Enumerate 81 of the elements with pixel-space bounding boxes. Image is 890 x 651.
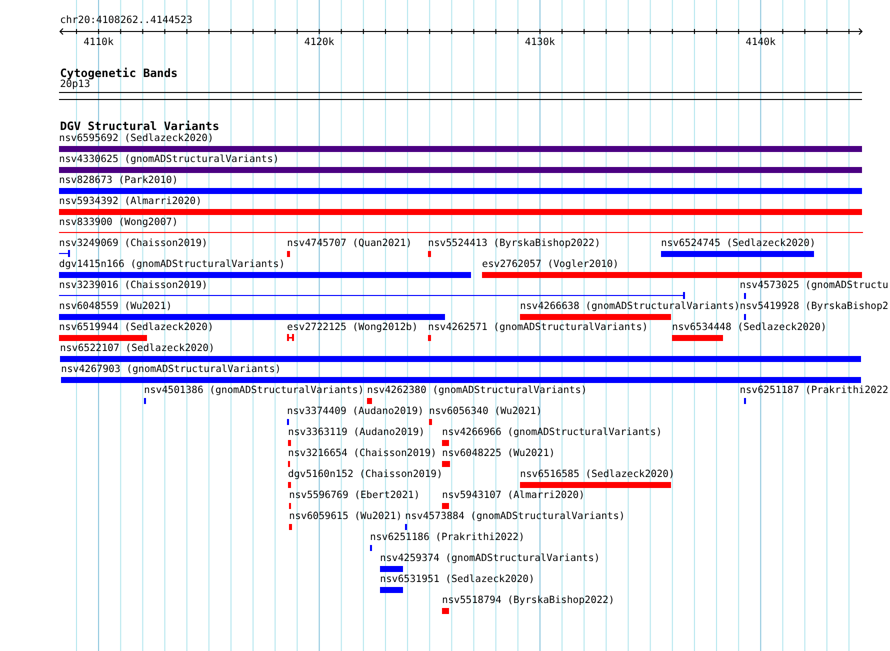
variant-label: nsv3216654 (Chaisson2019) [288, 448, 437, 460]
variant-label: esv2722125 (Wong2012b) [287, 322, 418, 334]
variant-bar[interactable] [59, 335, 147, 341]
variant-line[interactable] [59, 229, 863, 236]
variant-label: esv2762057 (Vogler2010) [482, 259, 619, 271]
variant-label: nsv6251187 (Prakrithi2022 [740, 385, 888, 397]
tick-label: 4120k [304, 37, 334, 49]
variant-label: nsv3363119 (Audano2019) [288, 427, 425, 439]
variant-line[interactable] [59, 250, 70, 257]
variant-bar[interactable] [59, 314, 445, 320]
variant-label: nsv6595692 (Sedlazeck2020) [59, 133, 214, 145]
variant-line[interactable] [59, 292, 685, 299]
variant-label: nsv3374409 (Audano2019) [287, 406, 424, 418]
variant-bar[interactable] [59, 146, 862, 152]
variant-label: nsv5419928 (ByrskaBishop2 [740, 301, 888, 313]
variant-bar[interactable] [520, 482, 671, 488]
variant-bar[interactable] [59, 167, 862, 173]
variant-bar[interactable] [442, 440, 449, 446]
variant-label: nsv6056340 (Wu2021) [429, 406, 542, 418]
variant-label: nsv828673 (Park2010) [59, 175, 178, 187]
variant-label: nsv4266638 (gnomADStructuralVariants) [520, 301, 740, 313]
variant-label: nsv6516585 (Sedlazeck2020) [520, 469, 675, 481]
variant-label: nsv833900 (Wong2007) [59, 217, 178, 229]
variant-bar[interactable] [661, 251, 814, 257]
track-title: Cytogenetic Bands [59, 67, 179, 79]
variant-label: nsv6524745 (Sedlazeck2020) [661, 238, 816, 250]
variant-bar[interactable] [61, 377, 861, 383]
variant-label: nsv6048559 (Wu2021) [59, 301, 172, 313]
variant-bar[interactable] [429, 419, 432, 425]
variant-label: nsv5943107 (Almarri2020) [442, 490, 585, 502]
variant-label: nsv6531951 (Sedlazeck2020) [380, 574, 535, 586]
variant-bar[interactable] [287, 251, 290, 257]
variant-label: nsv6048225 (Wu2021) [442, 448, 555, 460]
variant-span[interactable] [287, 334, 294, 341]
variant-bar[interactable] [59, 209, 862, 215]
tick-label: 4130k [524, 37, 555, 49]
band-label: 20p13 [59, 79, 90, 92]
tick-label: 4140k [746, 37, 776, 49]
variant-label: nsv4262380 (gnomADStructuralVariants) [367, 385, 587, 397]
variant-bar[interactable] [288, 440, 291, 446]
variant-label: nsv6534448 (Sedlazeck2020) [672, 322, 827, 334]
variant-bar[interactable] [442, 608, 449, 614]
variant-label: nsv4573025 (gnomADStructu [740, 280, 888, 292]
variant-bar[interactable] [442, 461, 450, 467]
variant-label: nsv4745707 (Quan2021) [287, 238, 412, 250]
variant-bar[interactable] [428, 251, 431, 257]
variant-bar[interactable] [482, 272, 862, 278]
variant-bar[interactable] [380, 587, 403, 593]
variant-bar[interactable] [367, 398, 372, 404]
variant-label: nsv3239016 (Chaisson2019) [59, 280, 208, 292]
variant-label: nsv5518794 (ByrskaBishop2022) [442, 595, 614, 607]
track-title: DGV Structural Variants [59, 120, 220, 132]
variant-bar[interactable] [442, 503, 449, 509]
variant-label: nsv4330625 (gnomADStructuralVariants) [59, 154, 279, 166]
variant-label: nsv6251186 (Prakrithi2022) [370, 532, 525, 544]
variant-bar[interactable] [59, 188, 862, 194]
variant-bar[interactable] [672, 335, 723, 341]
variant-label: dgv5160n152 (Chaisson2019) [288, 469, 443, 481]
variant-label: nsv4266966 (gnomADStructuralVariants) [442, 427, 662, 439]
variant-bar[interactable] [60, 356, 861, 362]
variant-label: nsv6519944 (Sedlazeck2020) [59, 322, 214, 334]
variant-label: nsv4501386 (gnomADStructuralVariants) [144, 385, 364, 397]
variant-bar[interactable] [289, 524, 292, 530]
location-label: chr20:4108262..4144523 [59, 15, 194, 27]
variant-label: nsv4267903 (gnomADStructuralVariants) [61, 364, 281, 376]
variant-label: nsv3249069 (Chaisson2019) [59, 238, 208, 250]
variant-label: nsv5524413 (ByrskaBishop2022) [428, 238, 600, 250]
variant-bar[interactable] [520, 314, 671, 320]
variant-label: nsv4259374 (gnomADStructuralVariants) [380, 553, 600, 565]
variant-bar[interactable] [428, 335, 431, 341]
variant-bar[interactable] [288, 482, 291, 488]
variant-label: nsv4573884 (gnomADStructuralVariants) [405, 511, 625, 523]
variant-label: nsv4262571 (gnomADStructuralVariants) [428, 322, 648, 334]
variant-bar[interactable] [380, 566, 403, 572]
variant-label: nsv6059615 (Wu2021) [289, 511, 402, 523]
variant-bar[interactable] [59, 272, 471, 278]
variant-label: nsv5934392 (Almarri2020) [59, 196, 202, 208]
variant-label: nsv6522107 (Sedlazeck2020) [60, 343, 215, 355]
variant-label: dgv1415n166 (gnomADStructuralVariants) [59, 259, 285, 271]
tick-label: 4110k [84, 37, 114, 49]
variant-label: nsv5596769 (Ebert2021) [289, 490, 420, 502]
